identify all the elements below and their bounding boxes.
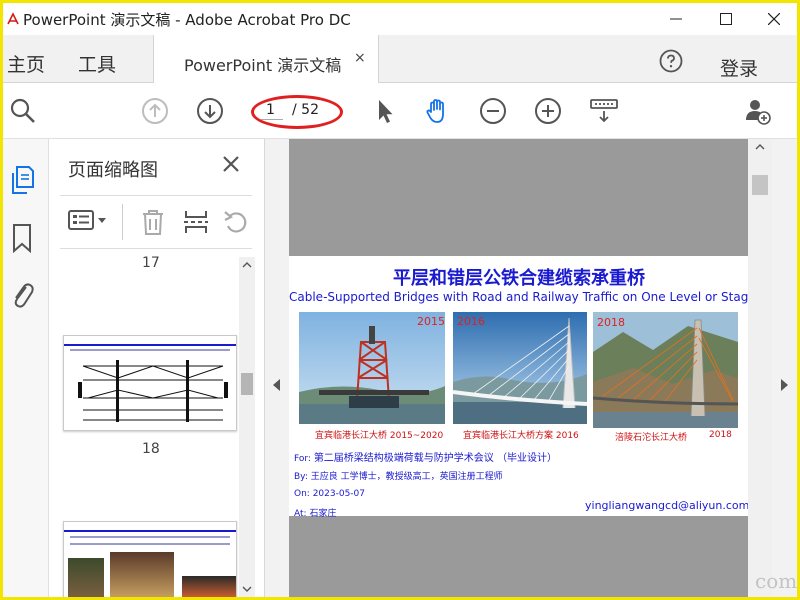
tab-document[interactable]: PowerPoint 演示文稿 × bbox=[153, 35, 379, 84]
info-at-row: At: 石家庄 bbox=[294, 506, 336, 519]
page-down-icon[interactable] bbox=[196, 97, 224, 125]
tab-home[interactable]: 主页 bbox=[7, 50, 45, 77]
maximize-button[interactable] bbox=[703, 3, 749, 35]
thumbnails-toolbar bbox=[60, 195, 252, 249]
thumb-text-line bbox=[70, 536, 230, 538]
close-icon[interactable] bbox=[221, 154, 241, 174]
thumb-photo bbox=[182, 576, 236, 597]
info-on-label: On: bbox=[294, 489, 310, 499]
page-up-icon[interactable] bbox=[141, 97, 169, 125]
add-user-icon[interactable] bbox=[744, 97, 772, 125]
left-rail bbox=[3, 139, 49, 597]
annotation-oval bbox=[251, 95, 343, 129]
bridge-photo-1: 2015 bbox=[299, 312, 445, 424]
tab-tools[interactable]: 工具 bbox=[78, 50, 116, 77]
info-at-label: At: bbox=[294, 509, 307, 519]
zoom-in-icon[interactable] bbox=[534, 97, 562, 125]
acrobat-logo-icon bbox=[5, 11, 21, 27]
thumbnails-panel: 页面缩略图 17 18 bbox=[49, 139, 265, 597]
thumbnail-page-17[interactable] bbox=[63, 335, 237, 431]
info-by-label: By: bbox=[294, 472, 308, 482]
photo-caption-2: 宜宾临港长江大桥方案 2016 bbox=[463, 431, 579, 441]
info-for-row: For: 第二届桥梁结构极端荷载与防护学术会议 （毕业设计） bbox=[294, 449, 557, 464]
viewer-scrollbar[interactable] bbox=[748, 139, 772, 597]
tab-document-label: PowerPoint 演示文稿 bbox=[184, 56, 342, 75]
info-for-label: For: bbox=[294, 454, 311, 464]
attachment-icon[interactable] bbox=[9, 279, 35, 309]
info-by-row: By: 王应良 工学博士，教授级高工，英国注册工程师 bbox=[294, 469, 503, 482]
thumbnails-scrollbar-thumb[interactable] bbox=[241, 373, 253, 395]
options-menu-icon[interactable] bbox=[68, 208, 108, 234]
info-by-value: 王应良 工学博士，教授级高工，英国注册工程师 bbox=[310, 472, 503, 482]
close-window-button[interactable] bbox=[751, 3, 797, 35]
delete-icon[interactable] bbox=[140, 208, 166, 236]
help-icon[interactable] bbox=[659, 49, 683, 73]
info-at-value: 石家庄 bbox=[309, 509, 337, 519]
info-on-row: On: 2023-05-07 bbox=[294, 489, 365, 499]
thumb-rule bbox=[64, 344, 236, 346]
corner-watermark: com bbox=[755, 569, 797, 593]
thumb-text-line bbox=[70, 349, 230, 351]
info-on-value: 2023-05-07 bbox=[312, 489, 366, 499]
scroll-up-icon[interactable] bbox=[242, 261, 252, 269]
thumb-rule bbox=[64, 530, 236, 532]
zoom-out-icon[interactable] bbox=[479, 97, 507, 125]
photo-caption-3-year: 2018 bbox=[709, 430, 732, 440]
photo-caption-3: 涪陵石沱长江大桥 bbox=[615, 433, 688, 443]
photo-year-3: 2018 bbox=[597, 316, 625, 329]
toolbar-divider bbox=[122, 204, 123, 240]
info-for-value: 第二届桥梁结构极端荷载与防护学术会议 （毕业设计） bbox=[313, 453, 557, 464]
title-bar: PowerPoint 演示文稿 - Adobe Acrobat Pro DC bbox=[3, 3, 797, 35]
thumbnails-scrollbar[interactable] bbox=[239, 257, 255, 597]
slide-page: 平层和错层公铁合建缆索承重桥 Cable-Supported Bridges w… bbox=[289, 256, 797, 519]
close-icon bbox=[768, 13, 780, 25]
scroll-down-icon[interactable] bbox=[242, 585, 252, 593]
toolbar: 1 / 52 bbox=[3, 83, 797, 139]
viewer-left-gutter bbox=[265, 139, 289, 597]
author-email: yingliangwangcd@aliyun.com bbox=[585, 499, 750, 512]
hand-icon[interactable] bbox=[424, 97, 452, 125]
rotate-icon[interactable] bbox=[222, 208, 250, 236]
thumb-text-line bbox=[70, 543, 230, 545]
slide-subtitle: Cable-Supported Bridges with Road and Ra… bbox=[289, 290, 797, 304]
tab-close-button[interactable]: × bbox=[354, 50, 366, 66]
bridge-construction-image bbox=[299, 312, 445, 424]
maximize-icon bbox=[720, 13, 732, 25]
select-arrow-icon[interactable] bbox=[371, 97, 399, 125]
photo-year-1: 2015 bbox=[417, 315, 445, 328]
slide-title: 平层和错层公铁合建缆索承重桥 bbox=[393, 268, 645, 289]
bridge-photo-3: 2018 bbox=[593, 312, 738, 428]
bookmark-icon[interactable] bbox=[9, 223, 35, 253]
search-icon[interactable] bbox=[9, 97, 37, 125]
document-viewer: 平层和错层公铁合建缆索承重桥 Cable-Supported Bridges w… bbox=[265, 139, 797, 597]
bridge-mountain-image bbox=[593, 312, 738, 428]
thumb-photo bbox=[68, 558, 104, 597]
scroll-up-icon[interactable] bbox=[755, 143, 765, 151]
login-link[interactable]: 登录 bbox=[720, 54, 758, 81]
tab-bar: 主页 工具 PowerPoint 演示文稿 × 登录 bbox=[3, 35, 797, 84]
thumbnail-page-18[interactable] bbox=[63, 521, 237, 597]
thumbnails-title: 页面缩略图 bbox=[68, 160, 158, 181]
fit-page-icon[interactable] bbox=[589, 97, 619, 125]
pages-icon[interactable] bbox=[9, 165, 35, 195]
thumb-photo bbox=[110, 552, 174, 597]
next-page-arrow-icon[interactable] bbox=[781, 379, 789, 391]
photo-year-2: 2016 bbox=[457, 315, 485, 328]
viewer-scrollbar-thumb[interactable] bbox=[752, 175, 768, 195]
previous-page-arrow-icon[interactable] bbox=[273, 379, 281, 391]
minimize-button[interactable] bbox=[653, 3, 699, 35]
viewer-right-gutter bbox=[772, 139, 797, 597]
thumbnail-label-18: 18 bbox=[142, 441, 160, 457]
photo-caption-1: 宜宾临港长江大桥 2015~2020 bbox=[315, 431, 444, 441]
window-title: PowerPoint 演示文稿 - Adobe Acrobat Pro DC bbox=[23, 11, 351, 29]
extract-page-icon[interactable] bbox=[182, 208, 210, 236]
minimize-icon bbox=[670, 18, 682, 20]
thumb-bridge-drawing bbox=[78, 360, 228, 422]
bridge-rendering-image bbox=[453, 312, 587, 424]
bridge-photo-2: 2016 bbox=[453, 312, 587, 424]
thumbnail-label-17: 17 bbox=[142, 255, 160, 271]
acrobat-window: PowerPoint 演示文稿 - Adobe Acrobat Pro DC 主… bbox=[3, 3, 797, 597]
